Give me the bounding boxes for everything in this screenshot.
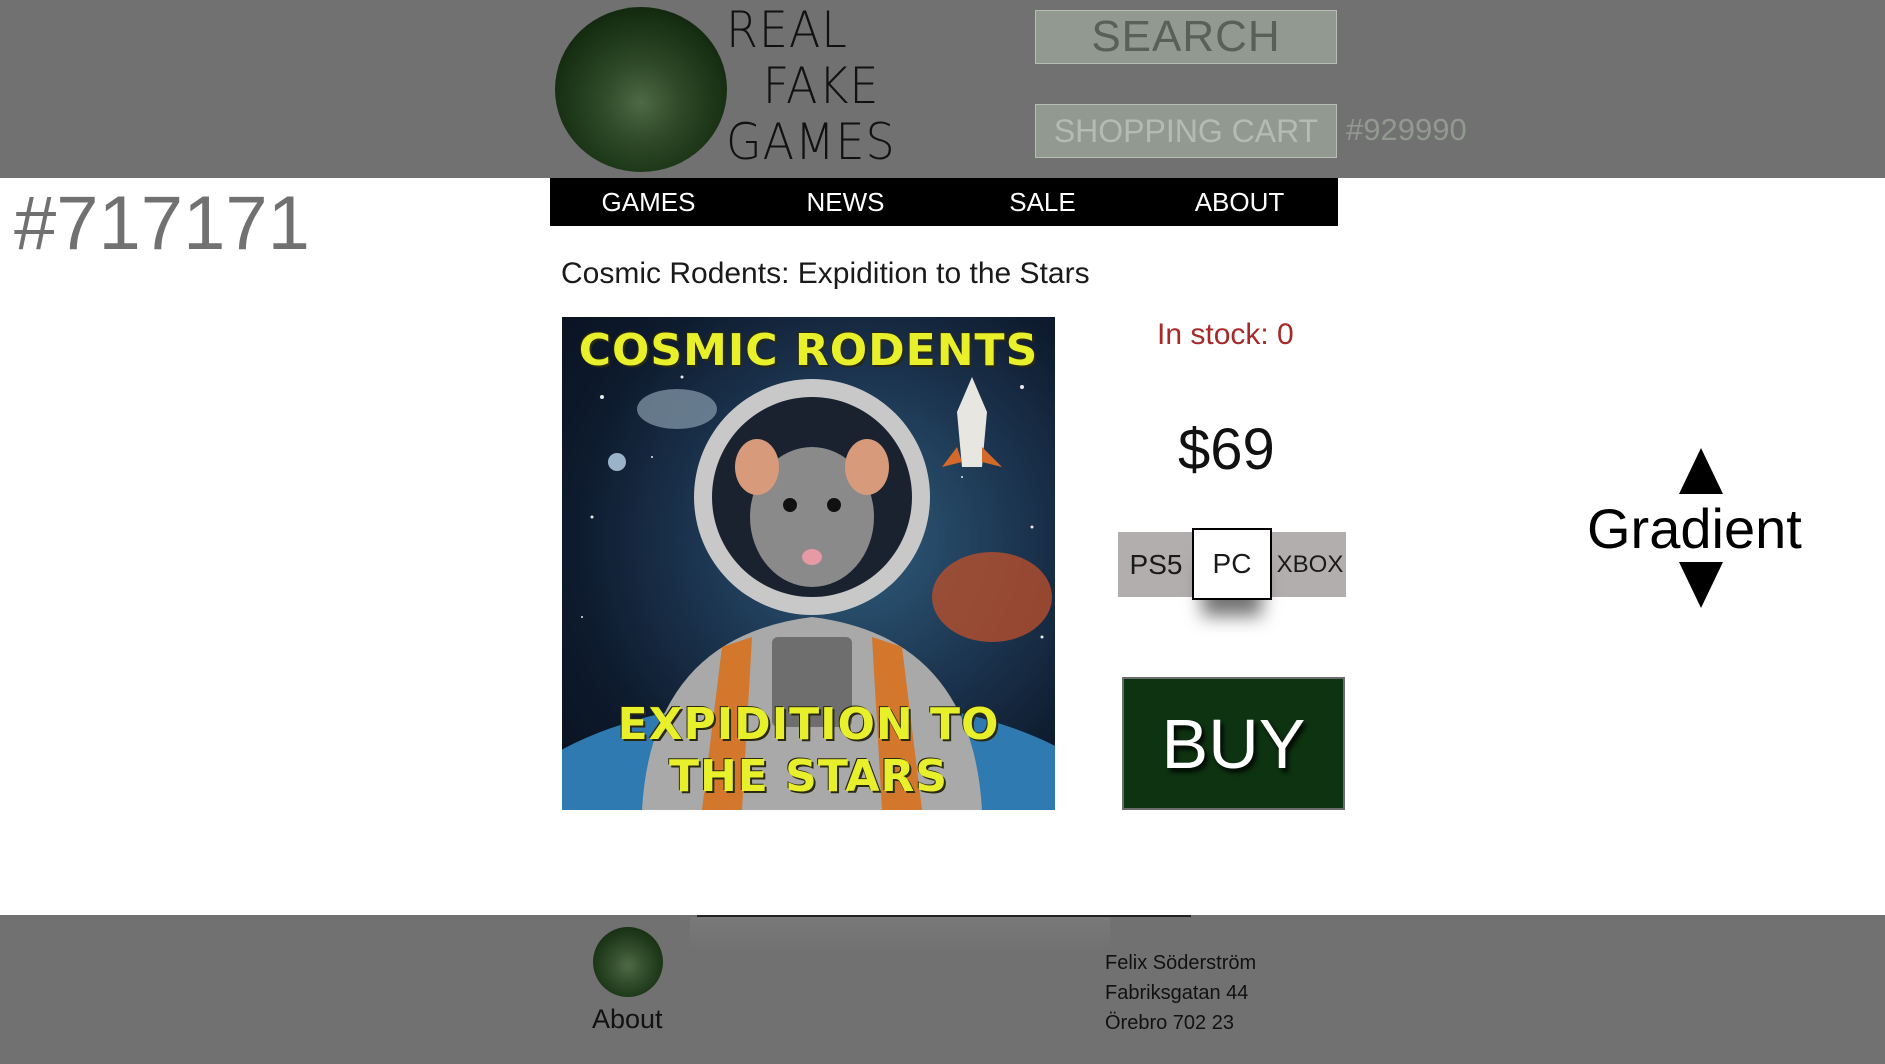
cover-title-bottom-2: THE STARS [668, 751, 949, 802]
logo-line-2: FAKE [762, 57, 880, 115]
nav-item-about[interactable]: ABOUT [1141, 187, 1338, 218]
header-color-note: #717171 [14, 181, 310, 266]
address-line-city: Örebro 702 23 [1105, 1012, 1234, 1034]
platform-option-xbox[interactable]: XBOX [1274, 532, 1346, 597]
address-line-street: Fabriksgatan 44 [1105, 982, 1249, 1004]
cover-title-top: COSMIC RODENTS [578, 325, 1039, 376]
logo-line-3: GAMES [726, 113, 896, 171]
cover-title-bottom-1: EXPIDITION TO [617, 699, 1000, 750]
footer-address: Felix Söderström Fabriksgatan 44 Örebro … [1105, 948, 1256, 1038]
platform-option-pc[interactable]: PC [1192, 528, 1272, 600]
game-cover-image: COSMIC RODENTS EXPIDITION TO THE STARS [562, 317, 1055, 810]
search-button[interactable]: SEARCH [1035, 10, 1337, 64]
arrow-down-icon [1679, 562, 1723, 608]
logo-line-1: REAL [726, 1, 848, 59]
nav-item-news[interactable]: NEWS [747, 187, 944, 218]
main-nav: GAMES NEWS SALE ABOUT [550, 178, 1338, 226]
product-title: Cosmic Rodents: Expidition to the Stars [561, 257, 1090, 290]
buy-button[interactable]: BUY [1122, 677, 1345, 810]
gradient-label: Gradient [1587, 497, 1802, 560]
footer-logo-icon[interactable] [593, 927, 663, 997]
cart-color-note: #929990 [1346, 112, 1467, 147]
footer-about-link[interactable]: About [592, 1004, 663, 1035]
footer-shade [690, 917, 1110, 951]
stock-status: In stock: 0 [1157, 318, 1294, 351]
logo-icon[interactable] [555, 7, 727, 172]
nav-item-games[interactable]: GAMES [550, 187, 747, 218]
nav-item-sale[interactable]: SALE [944, 187, 1141, 218]
logo-wordmark[interactable]: REAL FAKE GAMES [726, 2, 928, 170]
price-label: $69 [1178, 417, 1275, 482]
platform-option-ps5[interactable]: PS5 [1118, 532, 1194, 597]
address-line-name: Felix Söderström [1105, 952, 1257, 974]
shopping-cart-button[interactable]: SHOPPING CART [1035, 104, 1337, 158]
site-header [0, 0, 1885, 178]
arrow-up-icon [1679, 448, 1723, 494]
platform-selector: PS5 PC XBOX [1118, 528, 1346, 600]
